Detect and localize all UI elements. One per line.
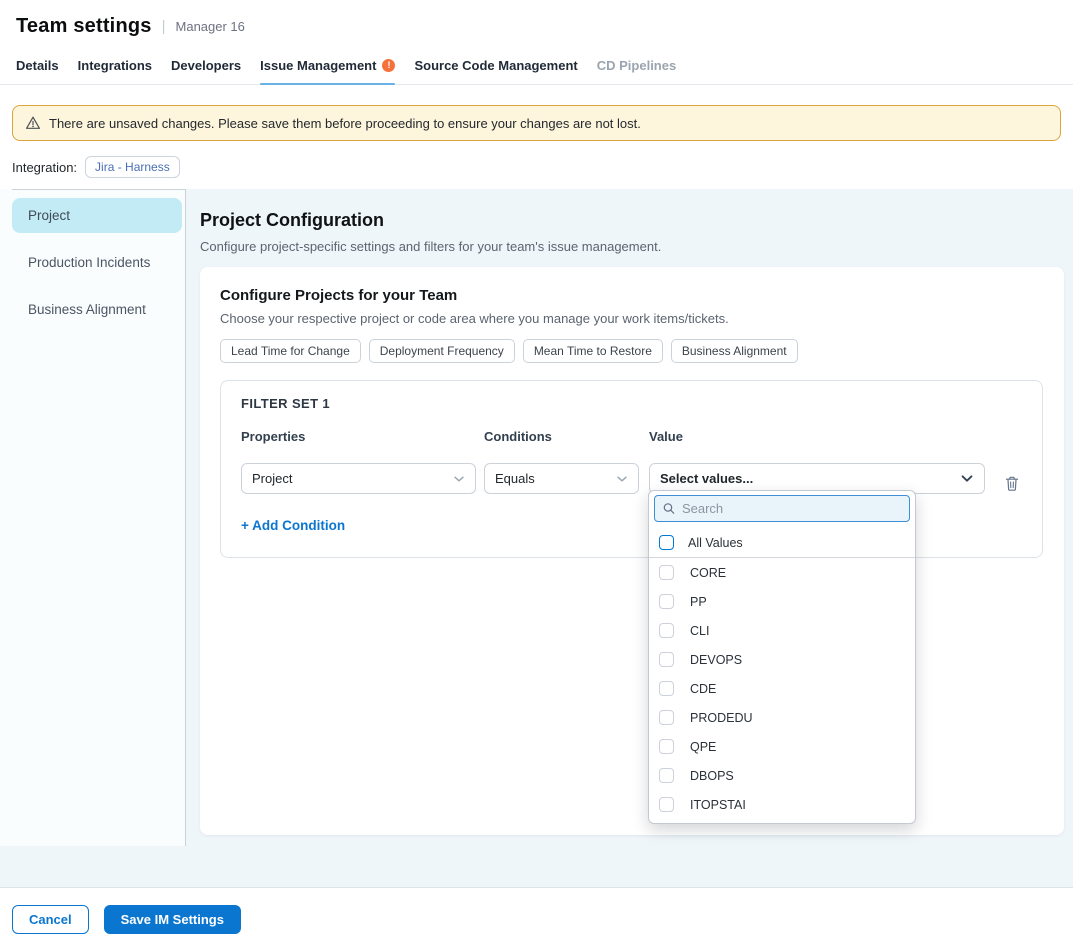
section-title: Project Configuration bbox=[200, 210, 1064, 231]
chip-lead-time-for-change[interactable]: Lead Time for Change bbox=[220, 339, 361, 363]
chevron-down-icon bbox=[960, 474, 974, 483]
sidebar-item-project[interactable]: Project bbox=[12, 198, 182, 233]
option-pipe[interactable]: PIPE bbox=[649, 819, 915, 824]
option-checkbox[interactable] bbox=[659, 710, 674, 725]
option-prodedu[interactable]: PRODEDU bbox=[649, 703, 915, 732]
unsaved-changes-badge-icon: ! bbox=[382, 59, 395, 72]
option-cde[interactable]: CDE bbox=[649, 674, 915, 703]
banner-text: There are unsaved changes. Please save t… bbox=[49, 116, 641, 131]
footer-bar: Cancel Save IM Settings bbox=[0, 887, 1073, 951]
chip-business-alignment[interactable]: Business Alignment bbox=[671, 339, 798, 363]
value-label: Value bbox=[649, 429, 985, 444]
page-subtitle: Manager 16 bbox=[176, 19, 245, 34]
option-itopstai[interactable]: ITOPSTAI bbox=[649, 790, 915, 819]
option-checkbox[interactable] bbox=[659, 797, 674, 812]
sidebar-item-production-incidents[interactable]: Production Incidents bbox=[12, 245, 182, 280]
integration-label: Integration: bbox=[12, 160, 77, 175]
tab-details[interactable]: Details bbox=[16, 50, 59, 84]
option-core[interactable]: CORE bbox=[649, 558, 915, 587]
integration-chip[interactable]: Jira - Harness bbox=[85, 156, 180, 178]
sidebar-item-business-alignment[interactable]: Business Alignment bbox=[12, 292, 182, 327]
option-checkbox[interactable] bbox=[659, 623, 674, 638]
delete-filter-button[interactable] bbox=[1004, 475, 1020, 492]
option-qpe[interactable]: QPE bbox=[649, 732, 915, 761]
conditions-label: Conditions bbox=[484, 429, 649, 444]
dropdown-search-box bbox=[654, 495, 910, 522]
all-values-checkbox[interactable] bbox=[659, 535, 674, 550]
content-area: Project Production Incidents Business Al… bbox=[0, 189, 1073, 887]
chevron-down-icon bbox=[616, 475, 628, 483]
section-subtitle: Configure project-specific settings and … bbox=[200, 239, 1064, 254]
integration-row: Integration: Jira - Harness bbox=[12, 156, 1061, 178]
banner-wrap: There are unsaved changes. Please save t… bbox=[12, 105, 1061, 141]
chevron-down-icon bbox=[453, 475, 465, 483]
value-dropdown: All Values CORE PP CLI DEVOPS CDE PRODED… bbox=[648, 490, 916, 824]
tab-issue-management[interactable]: Issue Management ! bbox=[260, 50, 395, 84]
chip-mean-time-to-restore[interactable]: Mean Time to Restore bbox=[523, 339, 663, 363]
option-dbops[interactable]: DBOPS bbox=[649, 761, 915, 790]
dropdown-search-input[interactable] bbox=[682, 501, 901, 516]
search-icon bbox=[663, 502, 675, 515]
page-header: Team settings | Manager 16 bbox=[0, 0, 1073, 50]
team-settings-page: Team settings | Manager 16 Details Integ… bbox=[0, 0, 1073, 951]
title-separator: | bbox=[162, 18, 166, 35]
configure-projects-card: Configure Projects for your Team Choose … bbox=[200, 267, 1064, 835]
add-condition-button[interactable]: + Add Condition bbox=[241, 518, 345, 533]
trash-icon bbox=[1004, 475, 1020, 492]
condition-select[interactable]: Equals bbox=[484, 463, 639, 494]
chip-deployment-frequency[interactable]: Deployment Frequency bbox=[369, 339, 515, 363]
filter-set-1: FILTER SET 1 Properties Project Conditio… bbox=[220, 380, 1043, 558]
option-checkbox[interactable] bbox=[659, 594, 674, 609]
option-checkbox[interactable] bbox=[659, 681, 674, 696]
unsaved-changes-banner: There are unsaved changes. Please save t… bbox=[12, 105, 1061, 141]
card-title: Configure Projects for your Team bbox=[220, 287, 1044, 304]
filter-set-title: FILTER SET 1 bbox=[241, 396, 1022, 411]
cancel-button[interactable]: Cancel bbox=[12, 905, 89, 934]
tab-developers[interactable]: Developers bbox=[171, 50, 241, 84]
property-select[interactable]: Project bbox=[241, 463, 476, 494]
option-devops[interactable]: DEVOPS bbox=[649, 645, 915, 674]
filter-row: Properties Project Conditions Equals bbox=[241, 429, 1022, 494]
metric-chips: Lead Time for Change Deployment Frequenc… bbox=[220, 339, 1044, 363]
properties-label: Properties bbox=[241, 429, 484, 444]
option-cli[interactable]: CLI bbox=[649, 616, 915, 645]
page-title: Team settings bbox=[16, 15, 152, 38]
tab-bar: Details Integrations Developers Issue Ma… bbox=[0, 50, 1073, 85]
save-im-settings-button[interactable]: Save IM Settings bbox=[104, 905, 241, 934]
dropdown-options-list: CORE PP CLI DEVOPS CDE PRODEDU QPE DBOPS… bbox=[649, 558, 915, 824]
warning-icon bbox=[25, 115, 41, 131]
option-checkbox[interactable] bbox=[659, 739, 674, 754]
option-checkbox[interactable] bbox=[659, 565, 674, 580]
option-pp[interactable]: PP bbox=[649, 587, 915, 616]
settings-sidebar: Project Production Incidents Business Al… bbox=[0, 189, 186, 846]
tab-source-code-management[interactable]: Source Code Management bbox=[414, 50, 577, 84]
main-panel: Project Configuration Configure project-… bbox=[186, 189, 1073, 887]
tab-cd-pipelines: CD Pipelines bbox=[597, 50, 676, 84]
option-checkbox[interactable] bbox=[659, 768, 674, 783]
option-all-values[interactable]: All Values bbox=[649, 528, 915, 557]
card-subtitle: Choose your respective project or code a… bbox=[220, 311, 1044, 326]
option-checkbox[interactable] bbox=[659, 652, 674, 667]
tab-integrations[interactable]: Integrations bbox=[78, 50, 152, 84]
